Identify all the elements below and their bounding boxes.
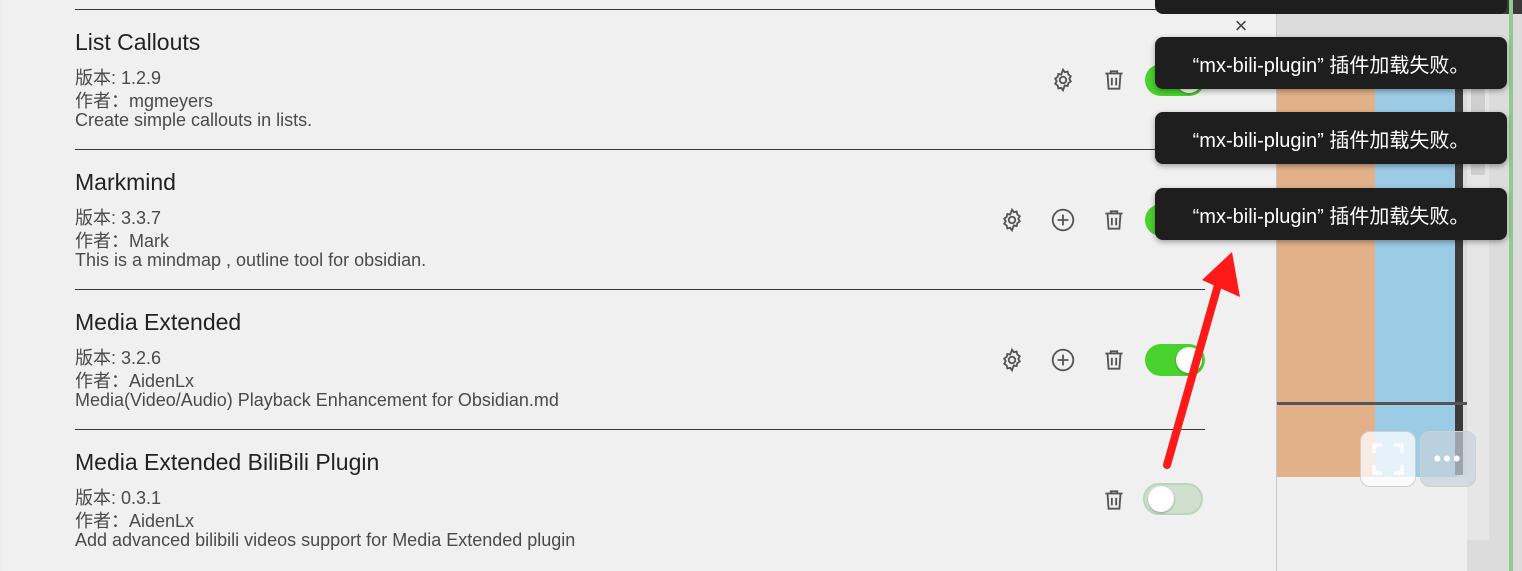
gear-icon	[1002, 347, 1022, 373]
background-edge	[1509, 0, 1513, 571]
plugin-name: Markmind	[75, 169, 176, 195]
plugin-name: Media Extended BiliBili Plugin	[75, 449, 380, 475]
error-notice[interactable]: “mx-bili-plugin” 插件加载失败。	[1155, 37, 1507, 89]
plugin-description: Create simple callouts in lists.	[75, 110, 313, 130]
error-notice[interactable]: “mx-bili-plugin” 插件加载失败。	[1155, 188, 1507, 240]
uninstall-button[interactable]	[1100, 66, 1128, 94]
plugin-name: Media Extended	[75, 309, 242, 335]
plugin-description: Media(Video/Audio) Playback Enhancement …	[75, 390, 559, 410]
notice-partial	[1155, 0, 1507, 14]
error-notice[interactable]: “mx-bili-plugin” 插件加载失败。	[1155, 112, 1507, 164]
plugin-settings-modal: × List Callouts 版本: 1.2.9 作者：mgmeyers Cr…	[2, 0, 1277, 571]
uninstall-button[interactable]	[1100, 486, 1128, 514]
plugin-item: Media Extended BiliBili Plugin 版本: 0.3.1…	[75, 429, 1205, 569]
plugin-item: Markmind 版本: 3.3.7 作者：Mark This is a min…	[75, 149, 1205, 289]
annotation-arrow	[1163, 252, 1240, 469]
hotkeys-button[interactable]	[1049, 206, 1077, 234]
trash-icon	[1105, 210, 1123, 230]
plugin-description: This is a mindmap , outline tool for obs…	[75, 250, 427, 270]
uninstall-button[interactable]	[1100, 206, 1128, 234]
plugin-description: Add advanced bilibili videos support for…	[75, 530, 576, 550]
trash-icon	[1105, 490, 1123, 510]
settings-button[interactable]	[998, 346, 1026, 374]
fullscreen-button[interactable]	[1360, 431, 1416, 487]
hotkeys-button[interactable]	[1049, 346, 1077, 374]
gear-icon	[1002, 207, 1022, 233]
plugin-item: List Callouts 版本: 1.2.9 作者：mgmeyers Crea…	[75, 9, 1205, 149]
plugin-name: List Callouts	[75, 29, 201, 55]
background-divider	[1277, 402, 1477, 405]
plus-circle-icon	[1051, 348, 1075, 372]
plugin-item: Media Extended 版本: 3.2.6 作者：AidenLx Medi…	[75, 289, 1205, 429]
uninstall-button[interactable]	[1100, 346, 1128, 374]
settings-button[interactable]	[998, 206, 1026, 234]
more-icon: •••	[1433, 446, 1463, 471]
toggle-knob	[1148, 486, 1174, 512]
trash-icon	[1105, 350, 1123, 370]
trash-icon	[1105, 70, 1123, 90]
more-options-button[interactable]: •••	[1420, 431, 1476, 487]
plugin-enable-toggle[interactable]	[1143, 483, 1203, 515]
plugin-list: List Callouts 版本: 1.2.9 作者：mgmeyers Crea…	[75, 9, 1205, 569]
background-panel	[1277, 477, 1467, 571]
fullscreen-icon	[1372, 443, 1404, 475]
gear-icon	[1053, 67, 1073, 93]
plus-circle-icon	[1051, 208, 1075, 232]
close-button[interactable]: ×	[1231, 14, 1251, 38]
settings-button[interactable]	[1049, 66, 1077, 94]
